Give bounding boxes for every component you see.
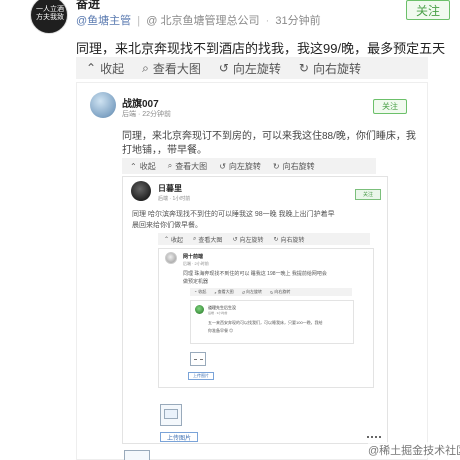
upload-image-tag[interactable]: 上传图片 [160, 432, 198, 442]
follow-button[interactable]: 关注 [355, 189, 381, 200]
view-large-button[interactable]: ⌕ 查看大图 [214, 289, 233, 295]
view-large-label: 查看大图 [217, 289, 234, 294]
nested-content-line1: 五一来西安奔现的可以找我们，可以睡我床，只要100一晚，我给 [208, 320, 323, 325]
avatar[interactable]: 一人立酒方夫我致 [30, 0, 68, 34]
collapse-icon: ⌃ [194, 289, 198, 295]
author-name[interactable]: @鱼塘主管 [76, 15, 131, 27]
rotate-left-label: 向左旋转 [228, 161, 261, 171]
nested-content-line1: 同理，来北京奔现订不到房的，可以来我这住88/晚，你们睡床，我 [122, 131, 416, 142]
rotate-left-button[interactable]: ↺ 向左旋转 [219, 161, 261, 172]
view-large-button[interactable]: ⌕ 查看大图 [193, 235, 222, 244]
post-meta: @鱼塘主管 | @ 北京鱼塘管理总公司 · 31分钟前 [76, 15, 321, 27]
rotate-left-button[interactable]: ↺ 向左旋转 [232, 235, 263, 244]
rotate-right-button[interactable]: ↻ 向右旋转 [273, 235, 304, 244]
rotate-right-button[interactable]: ↻ 向右旋转 [270, 289, 290, 295]
nested-author-name[interactable]: 网十前端 [183, 253, 203, 260]
nested-content-line2: 打地铺，，带早餐。 [122, 145, 207, 156]
view-large-label: 查看大图 [175, 161, 208, 171]
nested-author-name[interactable]: 日暮里 [158, 183, 182, 194]
rotate-left-icon: ↺ [232, 236, 238, 243]
rotate-right-icon: ↻ [298, 61, 309, 75]
location: @ 北京鱼塘管理总公司 [146, 15, 260, 27]
nested-content-line2: 做预定机器 [183, 279, 209, 285]
view-large-button[interactable]: ⌕ 查看大图 [142, 60, 201, 77]
thumbnail-inner [164, 409, 178, 419]
rotate-left-button[interactable]: ↺ 向左旋转 [219, 60, 281, 77]
rotate-right-button[interactable]: ↻ 向右旋转 [299, 60, 361, 77]
rotate-right-label: 向右旋转 [282, 161, 315, 171]
collapse-button[interactable]: ⌃ 收起 [194, 289, 206, 295]
image-thumbnail[interactable] [160, 404, 182, 426]
collapse-label: 收起 [171, 237, 184, 244]
image-toolbar: ⌃ 收起 ⌕ 查看大图 ↺ 向左旋转 ↻ 向右旋转 [190, 288, 352, 296]
collapse-button[interactable]: ⌃ 收起 [164, 235, 183, 244]
collapse-icon: ⌃ [130, 161, 137, 171]
post-content: 同理，来北京奔现找不到酒店的找我，我这99/晚，最多预定五天 [76, 41, 446, 56]
avatar[interactable] [165, 252, 177, 264]
image-toolbar: ⌃ 收起 ⌕ 查看大图 ↺ 向左旋转 ↻ 向右旋转 [76, 57, 428, 79]
collapse-icon: ⌃ [164, 236, 170, 243]
nested-content-line1: 同理 珠海奔现找不到住的可以 睡我这 198一晚上 我提前给网吧会 [183, 271, 327, 277]
nested-meta: 后端 · 22分钟前 [122, 111, 172, 118]
search-icon: ⌕ [193, 235, 197, 242]
nested-content-line2: 晨回来给你们做早餐。 [132, 222, 202, 229]
rotate-right-button[interactable]: ↻ 向右旋转 [273, 161, 315, 172]
rotate-left-label: 向左旋转 [239, 237, 264, 244]
avatar[interactable] [90, 92, 116, 118]
nested-meta: 后端 · 1小时前 [158, 196, 191, 202]
collapse-button[interactable]: ⌃ 收起 [130, 161, 156, 172]
rotate-right-label: 向右旋转 [280, 237, 305, 244]
nested-meta: 后端 · 2小时前 [183, 261, 209, 266]
collapse-label: 收起 [198, 289, 207, 294]
image-thumbnail[interactable] [190, 352, 206, 366]
rotate-left-button[interactable]: ↺ 向左旋转 [242, 289, 262, 295]
image-toolbar: ⌃ 收起 ⌕ 查看大图 ↺ 向左旋转 ↻ 向右旋转 [122, 158, 376, 174]
avatar[interactable] [195, 305, 204, 314]
rotate-left-icon: ↺ [218, 61, 229, 75]
upload-image-tag[interactable]: 上传图片 [188, 372, 214, 380]
rotate-right-label: 向右旋转 [274, 289, 291, 294]
rotate-left-label: 向左旋转 [232, 61, 281, 76]
search-icon: ⌕ [214, 289, 217, 295]
view-large-label: 查看大图 [198, 237, 223, 244]
search-icon: ⌕ [142, 60, 149, 75]
nested-content-line2: 你准备早餐 😊 [208, 328, 234, 333]
avatar[interactable] [131, 181, 151, 201]
collapse-button[interactable]: ⌃ 收起 [86, 60, 124, 77]
nested-content-line1: 同理 哈尔滨奔现找不到住的可以睡我这 98一晚 我晚上出门护着早 [132, 211, 335, 218]
collapse-icon: ⌃ [86, 61, 97, 75]
nested-author-name[interactable]: 战旗007 [122, 95, 159, 110]
rotate-right-icon: ↻ [269, 289, 274, 295]
thumbnail-dashes [194, 359, 203, 360]
scroll-end-marker [367, 436, 381, 438]
rotate-left-icon: ↺ [219, 161, 226, 171]
rotate-right-icon: ↻ [272, 161, 280, 171]
collapse-label: 收起 [139, 161, 156, 171]
watermark: @稀土掘金技术社区 [368, 442, 460, 458]
collapse-label: 收起 [100, 61, 125, 76]
rotate-left-icon: ↺ [241, 289, 245, 295]
rotate-left-label: 向左旋转 [245, 289, 262, 294]
image-thumbnail[interactable] [124, 450, 150, 460]
post-title: 奋进 [76, 0, 101, 11]
rotate-right-label: 向右旋转 [312, 61, 361, 76]
search-icon: ⌕ [167, 161, 173, 170]
avatar-text: 一人立酒方夫我致 [36, 6, 64, 21]
nested-meta: 后端 · 3小时前 [208, 311, 228, 315]
follow-button[interactable]: 关注 [406, 0, 450, 20]
rotate-right-icon: ↻ [273, 236, 279, 243]
view-large-label: 查看大图 [152, 61, 201, 76]
image-toolbar: ⌃ 收起 ⌕ 查看大图 ↺ 向左旋转 ↻ 向右旋转 [158, 233, 370, 245]
view-large-button[interactable]: ⌕ 查看大图 [168, 161, 207, 172]
post-time: 31分钟前 [275, 15, 321, 27]
follow-button[interactable]: 关注 [373, 99, 407, 114]
